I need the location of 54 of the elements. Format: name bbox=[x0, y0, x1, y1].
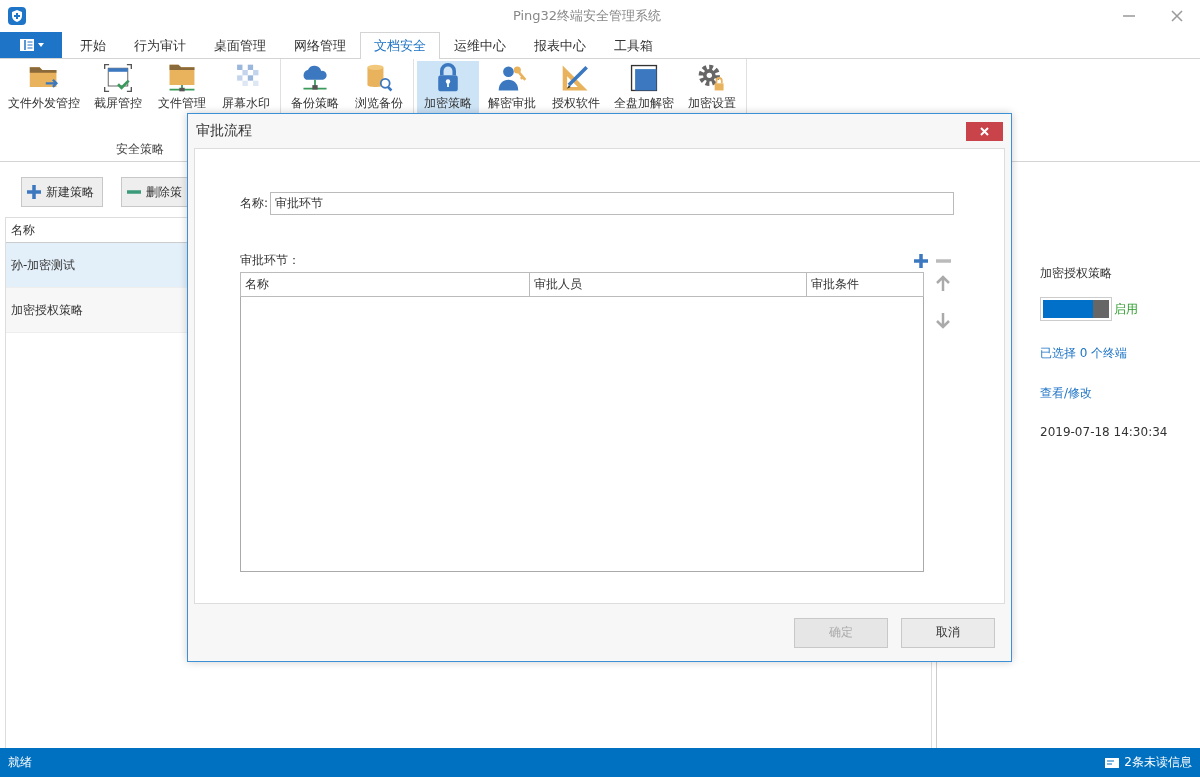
tab[interactable]: 开始 bbox=[66, 33, 120, 59]
new-button[interactable]: 新建策略 bbox=[21, 177, 103, 207]
timestamp: 2019-07-18 14:30:34 bbox=[1040, 425, 1168, 439]
plus-icon bbox=[26, 184, 42, 200]
name-field[interactable]: 审批环节 bbox=[270, 192, 954, 215]
app-menu-button[interactable] bbox=[0, 32, 62, 58]
app-shield-icon bbox=[8, 7, 26, 25]
field-label: 名称: bbox=[240, 195, 269, 212]
policy-name: 加密授权策略 bbox=[1040, 265, 1112, 282]
tab[interactable]: 工具箱 bbox=[600, 33, 667, 59]
tab[interactable]: 网络管理 bbox=[280, 33, 360, 59]
ribbon-button[interactable]: 解密审批 bbox=[481, 61, 543, 113]
ribbon-button[interactable]: 加密设置 bbox=[681, 61, 743, 113]
close-icon bbox=[980, 126, 989, 136]
window-icon bbox=[628, 62, 660, 94]
close-icon bbox=[1171, 10, 1183, 22]
envelope-icon bbox=[1105, 757, 1120, 768]
edit-link[interactable]: 查看/修改 bbox=[1040, 385, 1093, 402]
status-label: 启用 bbox=[1114, 301, 1138, 318]
dialog-title: 审批流程 bbox=[196, 122, 252, 140]
ribbon-button[interactable]: 授权软件 bbox=[545, 61, 607, 113]
ribbon-button[interactable]: 屏幕水印 bbox=[215, 61, 277, 113]
up-arrow-icon bbox=[935, 274, 951, 292]
down-arrow-icon bbox=[935, 312, 951, 330]
minimize-icon bbox=[1123, 15, 1135, 17]
close-button[interactable] bbox=[966, 121, 1003, 141]
ribbon-button[interactable]: 截屏管控 bbox=[87, 61, 149, 113]
dialog-button[interactable]: 取消 bbox=[901, 617, 995, 648]
ribbon-button[interactable]: 文件管理 bbox=[151, 61, 213, 113]
column-header: 审批人员 bbox=[529, 272, 807, 297]
ribbon-button[interactable]: 加密策略 bbox=[417, 61, 479, 113]
plus-icon bbox=[913, 253, 929, 269]
tab[interactable]: 报表中心 bbox=[520, 33, 600, 59]
column-header: 名称 bbox=[240, 272, 530, 297]
caret-icon bbox=[37, 43, 44, 47]
ribbon-button[interactable]: 文件外发管控 bbox=[3, 61, 85, 113]
column-header: 名称 bbox=[11, 223, 35, 237]
window-title: Ping32终端安全管理系统 bbox=[512, 7, 662, 25]
ribbon-button[interactable]: 浏览备份 bbox=[348, 61, 410, 113]
group-label: 安全策略 bbox=[116, 141, 164, 158]
terminals-link[interactable]: 已选择 0 个终端 bbox=[1040, 345, 1128, 362]
ribbon-button[interactable]: 备份策略 bbox=[284, 61, 346, 113]
screen-check-icon bbox=[102, 62, 134, 94]
ribbon-button[interactable]: 全盘加解密 bbox=[609, 61, 679, 113]
column-header: 审批条件 bbox=[806, 272, 924, 297]
status-text: 就绪 bbox=[8, 754, 32, 771]
tab[interactable]: 桌面管理 bbox=[200, 33, 280, 59]
tab[interactable]: 行为审计 bbox=[120, 33, 200, 59]
tab[interactable]: 运维中心 bbox=[440, 33, 520, 59]
toggle-switch[interactable] bbox=[1040, 297, 1112, 321]
tab[interactable]: 文档安全 bbox=[360, 32, 440, 59]
section-label: 审批环节： bbox=[240, 252, 300, 269]
unread-messages[interactable]: 2条未读信息 bbox=[1124, 754, 1192, 771]
book-icon bbox=[18, 38, 35, 52]
